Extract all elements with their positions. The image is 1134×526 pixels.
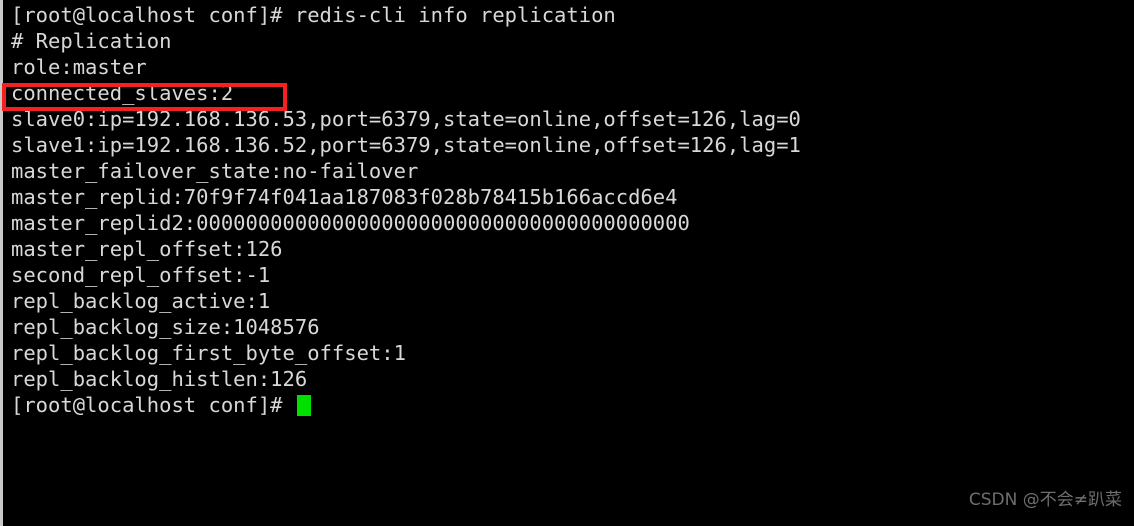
terminal-line-master-replid2: master_replid2:0000000000000000000000000… — [11, 211, 690, 235]
terminal-line-section-header: # Replication — [11, 29, 172, 53]
terminal-line-master-repl-offset: master_repl_offset:126 — [11, 237, 283, 261]
terminal-output-area[interactable]: [root@localhost conf]# redis-cli info re… — [11, 2, 1131, 418]
csdn-watermark: CSDN @不会≠趴菜 — [968, 490, 1122, 510]
terminal-line-connected-slaves: connected_slaves:2 — [11, 81, 234, 105]
terminal-line-repl-backlog-size: repl_backlog_size:1048576 — [11, 315, 320, 339]
text-cursor-block — [296, 395, 311, 416]
terminal-line-second-repl-offset: second_repl_offset:-1 — [11, 263, 271, 287]
terminal-line-repl-backlog-first-byte-offset: repl_backlog_first_byte_offset:1 — [11, 341, 406, 365]
terminal-line-repl-backlog-histlen: repl_backlog_histlen:126 — [11, 367, 308, 391]
terminal-line-command-prompt: [root@localhost conf]# redis-cli info re… — [11, 3, 616, 27]
terminal-line-master-failover-state: master_failover_state:no-failover — [11, 159, 419, 183]
terminal-window: [root@localhost conf]# redis-cli info re… — [0, 0, 1134, 526]
window-left-edge-strip — [0, 0, 3, 526]
terminal-line-repl-backlog-active: repl_backlog_active:1 — [11, 289, 271, 313]
terminal-line-slave0: slave0:ip=192.168.136.53,port=6379,state… — [11, 107, 801, 131]
terminal-line-master-replid: master_replid:70f9f74f041aa187083f028b78… — [11, 185, 678, 209]
terminal-line-role: role:master — [11, 55, 147, 79]
terminal-line-final-prompt: [root@localhost conf]# — [11, 392, 1131, 418]
terminal-line-slave1: slave1:ip=192.168.136.52,port=6379,state… — [11, 133, 801, 157]
shell-prompt: [root@localhost conf]# — [11, 393, 295, 417]
